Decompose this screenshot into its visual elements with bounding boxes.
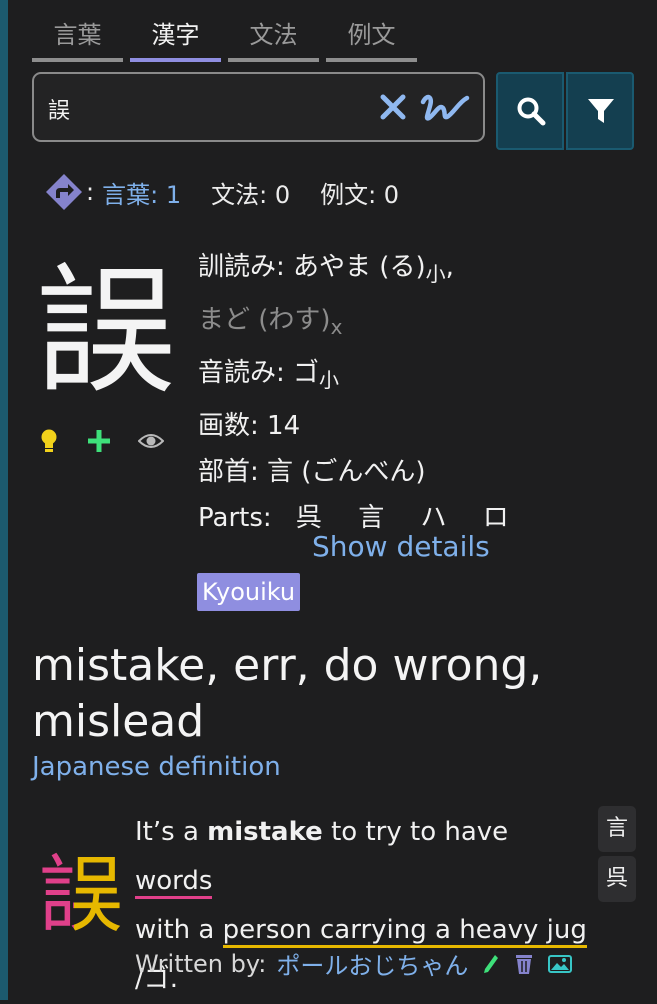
mnemonic-keyword: mistake bbox=[207, 817, 323, 847]
filter-icon bbox=[588, 99, 614, 123]
mnemonic-text-part: to try to have bbox=[322, 817, 509, 847]
kun-reading: あやま (る) bbox=[293, 252, 426, 282]
mnemonic-radical-phrase: person carrying a heavy jug bbox=[222, 915, 587, 948]
tab-grammar[interactable]: 文法 bbox=[228, 12, 319, 62]
kanji-meaning: mistake, err, do wrong, mislead bbox=[32, 640, 543, 747]
on-label: 音読み: bbox=[198, 358, 285, 388]
part-item[interactable]: 言 bbox=[358, 503, 384, 533]
result-counts: : 言葉: 1 文法: 0 例文: 0 bbox=[44, 172, 399, 212]
mnemonic-text-part: It’s a bbox=[135, 817, 208, 847]
kun-reading-2-mark: x bbox=[330, 315, 343, 339]
level-badge: Kyouiku bbox=[197, 573, 301, 611]
tab-sentences[interactable]: 例文 bbox=[326, 12, 417, 62]
mnemonic-author-row: Written by: ポールおじちゃん bbox=[135, 946, 573, 981]
kun-comma: , bbox=[445, 252, 454, 282]
words-label: 言葉: bbox=[102, 180, 159, 209]
grammar-count: 文法: 0 bbox=[211, 180, 291, 209]
kun-grade-mark: 小 bbox=[425, 262, 446, 286]
parts-label: Parts: bbox=[198, 503, 272, 533]
mnemonic-radical-word: words bbox=[135, 866, 213, 899]
author-link[interactable]: ポールおじちゃん bbox=[276, 946, 468, 981]
filter-button[interactable] bbox=[566, 72, 634, 150]
part-item[interactable]: ロ bbox=[483, 503, 509, 533]
words-count: 1 bbox=[165, 180, 182, 209]
kanji-actions bbox=[38, 428, 164, 454]
search-icon bbox=[517, 97, 546, 126]
sentences-count: 例文: 0 bbox=[320, 180, 400, 209]
part-item[interactable]: 呉 bbox=[296, 503, 322, 533]
radical-chip-1[interactable]: 言 bbox=[598, 806, 636, 852]
tab-words[interactable]: 言葉 bbox=[32, 12, 123, 62]
search-button[interactable] bbox=[496, 72, 564, 150]
radical-line: 部首: 言 (ごんべん) bbox=[198, 457, 426, 487]
stroke-count: 画数: 14 bbox=[198, 411, 301, 441]
kun-label: 訓読み: bbox=[198, 252, 285, 282]
clear-icon[interactable] bbox=[378, 92, 408, 122]
part-item[interactable]: ハ bbox=[420, 503, 446, 533]
add-icon[interactable] bbox=[86, 428, 112, 454]
kanji-info: 訓読み: あやま (る)小, まど (わす)x 音読み: ゴ小 画数: 14 部… bbox=[198, 244, 521, 541]
kun-reading-2: まど (わす) bbox=[198, 305, 331, 335]
show-details-link[interactable]: Show details bbox=[312, 530, 490, 563]
left-edge-bar bbox=[0, 0, 8, 1000]
on-reading-line: 音読み: ゴ小 bbox=[198, 350, 521, 403]
lightbulb-icon[interactable] bbox=[38, 428, 60, 454]
image-icon[interactable] bbox=[548, 954, 573, 974]
kun-reading-line-2: まど (わす)x bbox=[198, 297, 521, 350]
pencil-icon[interactable] bbox=[482, 953, 500, 975]
kanji-character: 誤 bbox=[36, 251, 177, 414]
words-count-link[interactable]: 言葉: 1 bbox=[102, 175, 181, 210]
tab-kanji[interactable]: 漢字 bbox=[130, 12, 221, 62]
mnemonic-text-part: with a bbox=[135, 915, 223, 945]
kun-reading-line: 訓読み: あやま (る)小, bbox=[198, 244, 521, 297]
search-box bbox=[32, 72, 485, 142]
tab-bar: 言葉 漢字 文法 例文 bbox=[32, 12, 424, 64]
japanese-definition-link[interactable]: Japanese definition bbox=[32, 752, 281, 782]
mnemonic-line-1: It’s a mistake to try to have words bbox=[135, 808, 591, 906]
on-grade-mark: 小 bbox=[319, 368, 340, 392]
handwriting-icon[interactable] bbox=[419, 90, 471, 124]
eye-icon[interactable] bbox=[138, 431, 164, 451]
trash-icon[interactable] bbox=[514, 953, 534, 975]
counts-colon: : bbox=[86, 178, 95, 206]
search-input[interactable] bbox=[46, 90, 370, 128]
written-by-label: Written by: bbox=[135, 949, 267, 978]
mnemonic-kanji-image: 誤 誤 bbox=[39, 846, 123, 938]
on-reading: ゴ bbox=[293, 358, 320, 388]
radical-chip-2[interactable]: 呉 bbox=[598, 856, 636, 902]
jump-arrow-icon[interactable] bbox=[44, 172, 84, 212]
